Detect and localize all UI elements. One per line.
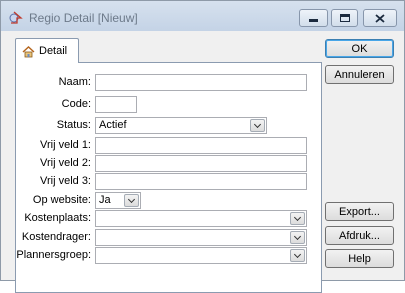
vrij-veld-1-label: Vrij veld 1: xyxy=(40,139,91,151)
afdruk-button[interactable]: Afdruk... xyxy=(325,226,394,245)
vrij-veld-1-input[interactable] xyxy=(95,137,307,154)
dialog-body: Detail Naam: Code: Status: Actief Vrij v… xyxy=(8,31,397,293)
tab-detail[interactable]: Detail xyxy=(15,38,79,63)
op-website-dropdown[interactable]: Ja xyxy=(95,192,141,209)
regio-app-icon xyxy=(9,11,23,24)
status-label: Status: xyxy=(56,119,91,131)
regio-detail-window: Regio Detail [Nieuw] Detail Naam: Code: … xyxy=(0,0,405,293)
chevron-down-icon xyxy=(253,120,262,128)
kostenplaats-dropdown-button[interactable] xyxy=(290,212,305,225)
vrij-veld-3-input[interactable] xyxy=(95,173,307,190)
annuleren-button[interactable]: Annuleren xyxy=(325,65,394,84)
close-button[interactable] xyxy=(363,9,397,27)
kostenplaats-label: Kostenplaats: xyxy=(24,212,91,224)
export-button[interactable]: Export... xyxy=(325,202,394,221)
kostendrager-label: Kostendrager: xyxy=(21,231,91,243)
plannersgroep-dropdown[interactable] xyxy=(95,247,307,264)
code-label: Code: xyxy=(61,98,91,110)
title-bar[interactable]: Regio Detail [Nieuw] xyxy=(1,1,404,31)
kostendrager-dropdown[interactable] xyxy=(95,229,307,246)
status-dropdown-button[interactable] xyxy=(250,119,265,132)
chevron-down-icon xyxy=(293,250,302,258)
plannersgroep-dropdown-button[interactable] xyxy=(290,249,305,262)
chevron-down-icon xyxy=(293,213,302,221)
help-button[interactable]: Help xyxy=(325,249,394,268)
tab-detail-label: Detail xyxy=(39,45,68,57)
detail-panel: Naam: Code: Status: Actief Vrij veld 1: … xyxy=(15,62,322,293)
op-website-dropdown-button[interactable] xyxy=(124,194,139,207)
chevron-down-icon xyxy=(293,232,302,240)
minimize-icon xyxy=(309,18,318,22)
close-icon xyxy=(375,13,385,23)
naam-input[interactable] xyxy=(95,74,307,91)
chevron-down-icon xyxy=(127,195,136,203)
kostenplaats-dropdown[interactable] xyxy=(95,210,307,227)
op-website-value: Ja xyxy=(99,194,111,206)
plannersgroep-label: Plannersgroep: xyxy=(16,249,91,261)
vrij-veld-2-label: Vrij veld 2: xyxy=(40,157,91,169)
minimize-button[interactable] xyxy=(299,9,328,27)
window-title: Regio Detail [Nieuw] xyxy=(29,11,138,25)
vrij-veld-2-input[interactable] xyxy=(95,155,307,172)
ok-button[interactable]: OK xyxy=(325,39,394,58)
kostendrager-dropdown-button[interactable] xyxy=(290,231,305,244)
maximize-icon xyxy=(339,14,350,22)
house-icon xyxy=(22,45,35,57)
op-website-label: Op website: xyxy=(32,194,91,206)
vrij-veld-3-label: Vrij veld 3: xyxy=(40,175,91,187)
status-dropdown[interactable]: Actief xyxy=(95,117,267,134)
naam-label: Naam: xyxy=(58,76,91,88)
status-value: Actief xyxy=(99,119,127,131)
code-input[interactable] xyxy=(95,96,137,113)
maximize-button[interactable] xyxy=(331,9,358,27)
